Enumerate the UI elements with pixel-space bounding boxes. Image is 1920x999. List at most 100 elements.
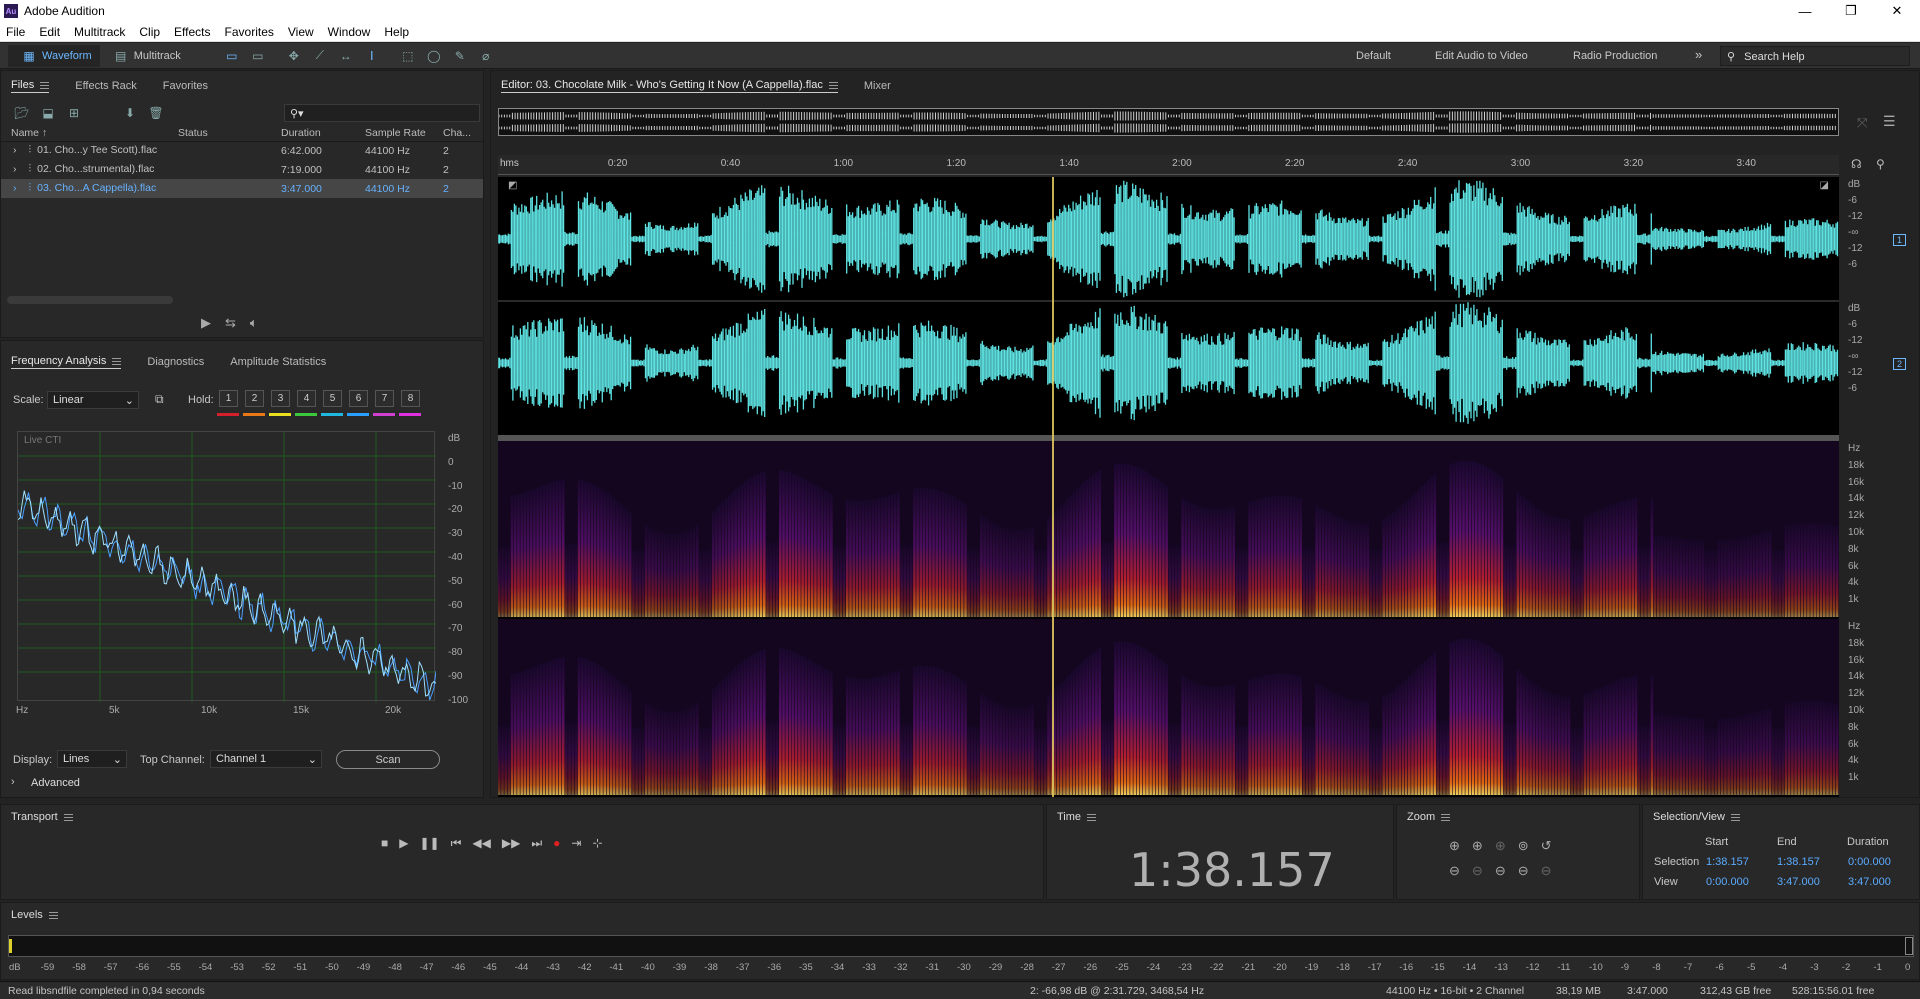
zoom-out-full-icon[interactable]: ⊖ — [1518, 863, 1529, 879]
menu-multitrack[interactable]: Multitrack — [74, 25, 125, 39]
restore-icon[interactable]: ❐ — [1828, 0, 1874, 22]
display-settings-icon[interactable]: ☰ — [1883, 113, 1896, 130]
go-to-end-icon[interactable]: ⏭ — [531, 836, 542, 851]
razor-tool-icon[interactable]: ⟋ — [311, 48, 329, 63]
tab-effects-rack[interactable]: Effects Rack — [75, 80, 137, 92]
channel-badge[interactable]: 2 — [1893, 358, 1907, 370]
expand-icon[interactable]: › — [13, 163, 17, 175]
zoom-out-frequency-icon[interactable]: ⊖ — [1495, 863, 1506, 879]
panel-menu-icon[interactable] — [1730, 813, 1740, 821]
menu-window[interactable]: Window — [328, 25, 371, 39]
zoom-to-cursor-icon[interactable]: ⊖ — [1541, 863, 1552, 879]
tab-frequency-analysis[interactable]: Frequency Analysis — [11, 355, 122, 369]
headphones-icon[interactable]: ☊ — [1851, 157, 1862, 171]
zoom-full-icon[interactable]: ⤧ — [1857, 115, 1867, 131]
hold-button-3[interactable]: 3 — [271, 390, 290, 407]
file-row[interactable]: › ⫶ 01. Cho...y Tee Scott).flac 6:42.000 4… — [1, 141, 483, 160]
play-preview-icon[interactable]: ▶ — [201, 315, 211, 331]
pause-icon[interactable]: ❚❚ — [419, 836, 439, 851]
zoom-selection-icon[interactable]: ⊚ — [1518, 838, 1529, 854]
insert-into-multitrack-icon[interactable]: ⬇ — [121, 106, 139, 120]
selection-duration[interactable]: 0:00.000 — [1848, 856, 1891, 868]
loop-preview-icon[interactable]: ⇆ — [225, 315, 236, 331]
tab-files[interactable]: Files — [11, 79, 50, 93]
new-file-icon[interactable]: ⊞ — [65, 106, 83, 120]
panel-menu-icon[interactable] — [48, 911, 58, 919]
panel-menu-icon[interactable] — [40, 81, 50, 89]
advanced-expand-icon[interactable]: › — [11, 776, 15, 788]
advanced-label[interactable]: Advanced — [31, 777, 80, 789]
skip-selection-icon[interactable]: ⊹ — [592, 836, 602, 851]
menu-help[interactable]: Help — [384, 25, 409, 39]
col-status[interactable]: Status — [174, 125, 277, 142]
expand-icon[interactable]: › — [13, 182, 17, 194]
hold-button-5[interactable]: 5 — [323, 390, 342, 407]
menu-file[interactable]: File — [6, 25, 25, 39]
file-row-selected[interactable]: › ⫶ 03. Cho...A Cappella).flac 3:47.000 44… — [1, 179, 483, 198]
view-end[interactable]: 3:47.000 — [1777, 876, 1820, 888]
panel-menu-icon[interactable] — [112, 357, 122, 365]
col-duration[interactable]: Duration — [277, 125, 361, 142]
search-help-input[interactable]: ⚲ Search Help — [1720, 46, 1910, 66]
hold-button-7[interactable]: 7 — [375, 390, 394, 407]
tab-favorites[interactable]: Favorites — [163, 80, 208, 92]
current-time-display[interactable]: 1:38.157 — [1129, 843, 1335, 897]
delete-icon[interactable]: 🗑︎ — [147, 106, 165, 120]
time-ruler[interactable]: hms 0:20 0:40 1:00 1:20 1:40 2:00 2:20 2:40 3:00… — [498, 155, 1839, 175]
menu-favorites[interactable]: Favorites — [225, 25, 274, 39]
hold-button-4[interactable]: 4 — [297, 390, 316, 407]
selection-start[interactable]: 1:38.157 — [1706, 856, 1749, 868]
panel-menu-icon[interactable] — [1087, 813, 1097, 821]
hold-button-8[interactable]: 8 — [401, 390, 420, 407]
waveform-display[interactable]: ◩ ◪ — [497, 177, 1839, 435]
workspace-default[interactable]: Default — [1356, 50, 1391, 62]
open-file-icon[interactable]: 📂︎ — [13, 106, 31, 120]
file-row[interactable]: › ⫶ 02. Cho...strumental).flac 7:19.000 44… — [1, 160, 483, 179]
waveform-view-button[interactable]: ▦ Waveform — [8, 44, 100, 67]
menu-view[interactable]: View — [288, 25, 314, 39]
channel-overlay-icon[interactable]: ⧉ — [155, 392, 164, 407]
minimize-icon[interactable]: — — [1782, 0, 1828, 22]
tab-editor[interactable]: Editor: 03. Chocolate Milk - Who's Getti… — [501, 79, 838, 93]
hold-button-2[interactable]: 2 — [245, 390, 264, 407]
brush-tool-icon[interactable]: ✎ — [451, 49, 469, 63]
files-search-input[interactable]: ⚲▾ — [284, 104, 480, 122]
display-dropdown[interactable]: Lines ⌄ — [57, 750, 127, 768]
menu-clip[interactable]: Clip — [139, 25, 160, 39]
hold-button-1[interactable]: 1 — [219, 390, 238, 407]
lasso-tool-icon[interactable]: ◯ — [425, 49, 443, 63]
play-icon[interactable]: ▶ — [399, 836, 408, 851]
tab-diagnostics[interactable]: Diagnostics — [147, 356, 204, 368]
record-icon[interactable]: ● — [553, 836, 560, 851]
workspace-edit-audio-to-video[interactable]: Edit Audio to Video — [1435, 50, 1528, 62]
playhead[interactable] — [1051, 177, 1054, 797]
close-icon[interactable]: ✕ — [1874, 0, 1920, 22]
more-workspaces-icon[interactable]: » — [1695, 47, 1702, 62]
stop-icon[interactable]: ■ — [381, 836, 388, 851]
spectral-display-icon[interactable]: ▭ — [223, 49, 241, 63]
hud-icon[interactable]: ◩ — [508, 180, 517, 191]
fast-forward-icon[interactable]: ▶▶ — [502, 836, 520, 851]
zoom-out-amplitude-icon[interactable]: ⊖ — [1449, 863, 1460, 879]
multitrack-view-button[interactable]: ▤ Multitrack — [100, 45, 189, 67]
time-selection-tool-icon[interactable]: Ⅰ — [363, 49, 381, 63]
panel-menu-icon[interactable] — [63, 813, 73, 821]
zoom-out-time-icon[interactable]: ⊖ — [1472, 863, 1483, 879]
overview-navigator[interactable] — [498, 108, 1839, 136]
zoom-in-frequency-icon[interactable]: ⊕ — [1495, 838, 1506, 854]
col-channels[interactable]: Cha... — [439, 125, 483, 142]
hold-button-6[interactable]: 6 — [349, 390, 368, 407]
slip-tool-icon[interactable]: ↔ — [337, 49, 355, 63]
workspace-radio-production[interactable]: Radio Production — [1573, 50, 1657, 62]
expand-icon[interactable]: › — [13, 144, 17, 156]
view-start[interactable]: 0:00.000 — [1706, 876, 1749, 888]
clip-indicator[interactable] — [1905, 937, 1913, 955]
import-file-icon[interactable]: ⬓ — [39, 106, 57, 120]
top-channel-dropdown[interactable]: Channel 1 ⌄ — [210, 750, 322, 768]
volume-icon[interactable]: 🔈︎ — [250, 315, 258, 331]
col-name[interactable]: Name ↑ — [1, 125, 174, 142]
zoom-in-amplitude-icon[interactable]: ⊕ — [1449, 838, 1460, 854]
spectral-display[interactable] — [498, 441, 1839, 797]
rewind-icon[interactable]: ◀◀ — [472, 836, 490, 851]
marquee-tool-icon[interactable]: ⬚ — [399, 49, 417, 63]
